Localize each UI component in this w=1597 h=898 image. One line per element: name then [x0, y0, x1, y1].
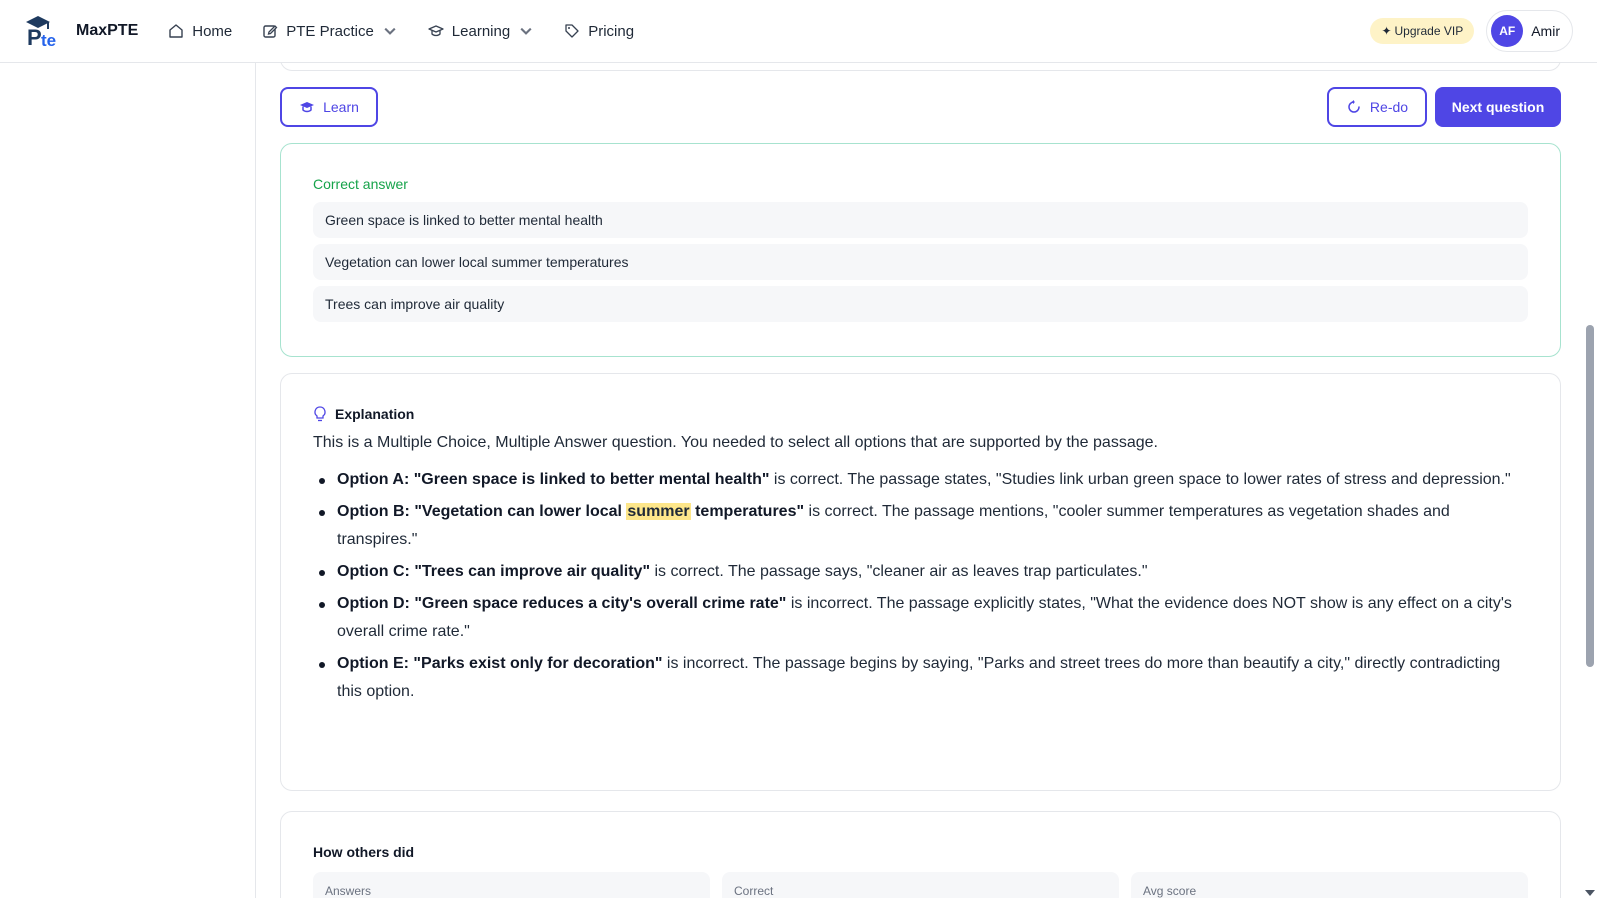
- stat-answers: Answers: [313, 872, 710, 898]
- option-label: Option B: "Vegetation can lower local: [337, 503, 627, 520]
- explanation-item-c: Option C: "Trees can improve air quality…: [313, 558, 1528, 586]
- page-scrollbar[interactable]: [1583, 63, 1597, 898]
- explanation-item-e: Option E: "Parks exist only for decorati…: [313, 650, 1528, 706]
- nav-right: ✦ Upgrade VIP AF Amir: [1370, 10, 1573, 52]
- option-label: Option C: "Trees can improve air quality…: [337, 563, 651, 580]
- graduation-cap-icon: [428, 25, 444, 37]
- nav-learning[interactable]: Learning: [428, 23, 534, 40]
- nav-learning-label: Learning: [451, 22, 511, 40]
- highlighted-word: summer: [626, 503, 691, 520]
- correct-answer-item: Trees can improve air quality: [313, 286, 1528, 322]
- explanation-title: Explanation: [335, 406, 415, 422]
- explanation-list: Option A: "Green space is linked to bett…: [313, 466, 1528, 706]
- upgrade-label: Upgrade VIP: [1394, 24, 1464, 38]
- sidebar: [0, 63, 256, 898]
- chevron-down-icon: [384, 27, 396, 35]
- stat-correct: Correct: [722, 872, 1119, 898]
- nav-home-label: Home: [192, 22, 233, 40]
- option-label: Option A: "Green space is linked to bett…: [337, 471, 770, 488]
- action-bar: Learn Re-do Next question: [280, 87, 1561, 127]
- correct-answer-title: Correct answer: [313, 176, 408, 192]
- redo-label: Re-do: [1369, 99, 1409, 115]
- explanation-item-d: Option D: "Green space reduces a city's …: [313, 590, 1528, 646]
- correct-answer-item: Vegetation can lower local summer temper…: [313, 244, 1528, 280]
- main-content: Learn Re-do Next question Correct answer…: [256, 63, 1597, 898]
- pte-logo-icon: P te: [24, 14, 68, 50]
- nav-pte-practice[interactable]: PTE Practice: [262, 23, 398, 40]
- stats-row: Answers Correct Avg score: [313, 872, 1528, 898]
- option-label: Option E: "Parks exist only for decorati…: [337, 655, 663, 672]
- nav-pte-practice-label: PTE Practice: [286, 22, 374, 40]
- option-text: is correct. The passage states, "Studies…: [769, 471, 1511, 488]
- sparkle-icon: ✦: [1381, 24, 1392, 38]
- svg-text:P: P: [27, 25, 42, 48]
- correct-answer-item: Green space is linked to better mental h…: [313, 202, 1528, 238]
- learn-button[interactable]: Learn: [280, 87, 378, 127]
- home-icon: [169, 24, 183, 38]
- brand-name: MaxPTE: [76, 22, 139, 39]
- correct-answer-card: Correct answer Green space is linked to …: [280, 143, 1561, 357]
- explanation-card: Explanation This is a Multiple Choice, M…: [280, 373, 1561, 791]
- next-question-button[interactable]: Next question: [1435, 87, 1561, 127]
- stat-avg-score: Avg score: [1131, 872, 1528, 898]
- next-label: Next question: [1451, 99, 1545, 115]
- top-nav: P te MaxPTE Home PTE Practice Learning P…: [0, 0, 1597, 63]
- scrollbar-thumb[interactable]: [1586, 325, 1594, 667]
- svg-text:te: te: [41, 31, 56, 48]
- avatar: AF: [1491, 15, 1524, 47]
- how-others-did-card: How others did Answers Correct Avg score: [280, 811, 1561, 898]
- option-label-end: temperatures": [690, 503, 805, 520]
- scroll-down-arrow-icon[interactable]: [1585, 890, 1595, 896]
- explanation-item-a: Option A: "Green space is linked to bett…: [313, 466, 1528, 494]
- explanation-intro: This is a Multiple Choice, Multiple Answ…: [313, 434, 1158, 451]
- profile-menu[interactable]: AF Amir: [1486, 10, 1573, 52]
- chevron-down-icon: [520, 27, 532, 35]
- explanation-header: Explanation: [313, 406, 1528, 422]
- option-text: is correct. The passage says, "cleaner a…: [650, 563, 1148, 580]
- how-others-did-title: How others did: [313, 844, 415, 860]
- user-name: Amir: [1531, 23, 1560, 39]
- upgrade-vip-button[interactable]: ✦ Upgrade VIP: [1370, 18, 1475, 44]
- nav-links: Home PTE Practice Learning Pricing: [168, 23, 634, 40]
- nav-pricing[interactable]: Pricing: [564, 23, 634, 40]
- graduation-cap-icon: [300, 102, 315, 113]
- brand[interactable]: P te MaxPTE: [24, 14, 139, 50]
- explanation-item-b: Option B: "Vegetation can lower local su…: [313, 498, 1528, 554]
- refresh-icon: [1348, 100, 1360, 113]
- learn-label: Learn: [323, 99, 359, 115]
- tag-icon: [565, 24, 579, 38]
- option-label: Option D: "Green space reduces a city's …: [337, 595, 787, 612]
- nav-home[interactable]: Home: [168, 23, 232, 40]
- redo-button[interactable]: Re-do: [1327, 87, 1427, 127]
- nav-pricing-label: Pricing: [588, 22, 635, 40]
- lightbulb-icon: [314, 406, 326, 422]
- previous-card-edge: [280, 63, 1561, 71]
- edit-icon: [263, 25, 278, 38]
